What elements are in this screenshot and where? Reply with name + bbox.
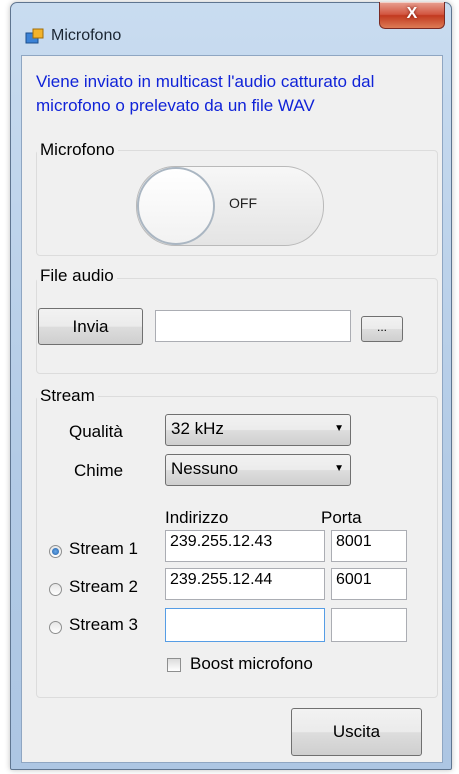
title-bar[interactable]: Microfono X [11, 2, 451, 57]
chevron-down-icon: ▼ [334, 463, 344, 474]
stream-group-label: Stream [37, 386, 98, 406]
stream-1-port-input[interactable]: 8001 [331, 530, 407, 562]
stream-1-radio[interactable] [49, 545, 62, 558]
stream-1-label[interactable]: Stream 1 [69, 539, 138, 559]
stream-3-address-input[interactable] [165, 608, 325, 642]
stream-3-label[interactable]: Stream 3 [69, 615, 138, 635]
address-column-header: Indirizzo [165, 508, 229, 527]
microphone-group-label: Microfono [37, 140, 118, 160]
send-button[interactable]: Invia [38, 308, 143, 345]
file-audio-group-label: File audio [37, 266, 117, 286]
exit-button-label: Uscita [332, 722, 381, 741]
stream-3-radio[interactable] [49, 621, 62, 634]
browse-button-label: ... [376, 320, 387, 334]
stream-1-address-input[interactable]: 239.255.12.43 [165, 530, 325, 562]
toggle-knob[interactable] [137, 167, 215, 245]
dialog-client-area: Viene inviato in multicast l'audio cattu… [21, 55, 443, 763]
stream-3-port-input[interactable] [331, 608, 407, 642]
microphone-toggle-switch[interactable]: OFF [136, 166, 324, 246]
quality-value: 32 kHz [171, 419, 224, 438]
quality-label: Qualità [69, 422, 123, 441]
boost-microphone-label[interactable]: Boost microfono [190, 654, 313, 674]
chime-value: Nessuno [171, 459, 239, 478]
info-description: Viene inviato in multicast l'audio cattu… [36, 72, 375, 115]
close-button[interactable]: X [379, 2, 445, 29]
chime-label: Chime [74, 461, 124, 480]
toggle-state-label: OFF [229, 195, 257, 211]
browse-button[interactable]: ... [361, 316, 403, 342]
close-icon: X [406, 5, 418, 22]
window-frame: Microfono X Viene inviato in multicast l… [10, 2, 452, 770]
boost-microphone-checkbox[interactable] [167, 658, 181, 672]
stream-2-address-input[interactable]: 239.255.12.44 [165, 568, 325, 600]
exit-button[interactable]: Uscita [291, 708, 422, 756]
chime-select[interactable]: Nessuno ▼ [165, 454, 351, 486]
quality-select[interactable]: 32 kHz ▼ [165, 414, 351, 446]
chevron-down-icon: ▼ [334, 423, 344, 434]
stream-2-label[interactable]: Stream 2 [69, 577, 138, 597]
stream-2-port-input[interactable]: 6001 [331, 568, 407, 600]
send-button-label: Invia [72, 317, 109, 336]
stream-2-radio[interactable] [49, 583, 62, 596]
window-title: Microfono [51, 27, 122, 44]
port-column-header: Porta [321, 508, 362, 527]
audio-file-path-input[interactable] [155, 310, 351, 342]
app-window-icon [25, 28, 44, 44]
